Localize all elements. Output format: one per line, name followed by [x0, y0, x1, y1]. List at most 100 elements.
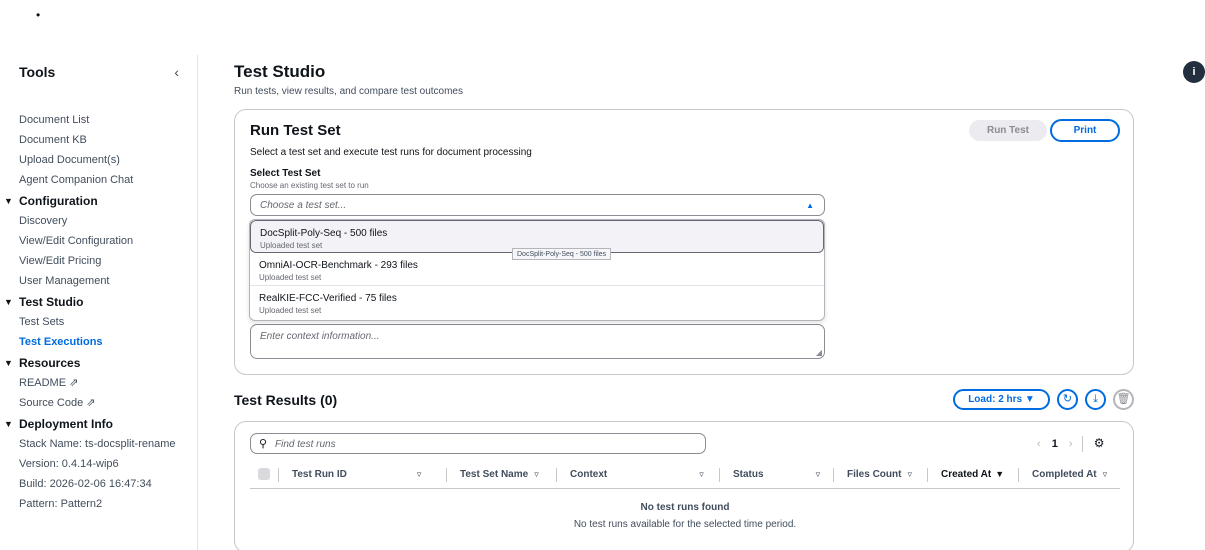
build-text: Build: 2026-02-06 16:47:34: [19, 478, 152, 490]
sidebar-item-discovery[interactable]: Discovery: [19, 211, 194, 231]
resize-handle-icon[interactable]: ◢: [816, 348, 822, 357]
caret-down-icon: ▼: [4, 419, 13, 429]
search-icon: ⚲: [259, 438, 268, 450]
sidebar-item-view-edit-configuration[interactable]: View/Edit Configuration: [19, 231, 194, 251]
test-set-select[interactable]: Choose a test set... ▲: [250, 194, 825, 216]
context-placeholder: Enter context information...: [260, 331, 380, 342]
search-input[interactable]: ⚲ Find test runs: [250, 433, 706, 454]
column-label: Context: [570, 469, 608, 480]
sidebar-item-test-sets[interactable]: Test Sets: [19, 312, 194, 332]
sort-icon: ▿: [534, 469, 539, 479]
column-label: Created At: [941, 469, 992, 480]
refresh-icon[interactable]: ↻: [1057, 389, 1078, 410]
option-tooltip: DocSplit-Poly-Seq - 500 files: [512, 248, 612, 260]
download-icon[interactable]: ⤓: [1085, 389, 1106, 410]
column-divider: [927, 468, 928, 482]
trash-icon[interactable]: 🗑: [1113, 389, 1134, 410]
column-header-test-run-id[interactable]: Test Run ID ▿: [292, 469, 421, 480]
option-title: DocSplit-Poly-Seq - 500 files: [260, 228, 388, 239]
select-test-set-description: Choose an existing test set to run: [250, 181, 369, 190]
external-link-icon: ⇗: [86, 397, 96, 409]
test-set-dropdown-list: DocSplit-Poly-Seq - 500 files Uploaded t…: [249, 219, 825, 321]
sidebar-section-test-studio[interactable]: ▼ Test Studio: [4, 292, 194, 312]
run-test-set-subtitle: Select a test set and execute test runs …: [250, 147, 532, 158]
select-placeholder: Choose a test set...: [260, 200, 347, 211]
pagination: ‹ 1 › ⚙: [1037, 436, 1105, 453]
section-label: Deployment Info: [19, 417, 114, 431]
column-label: Test Set Name: [460, 469, 529, 480]
sidebar-item-user-management[interactable]: User Management: [19, 271, 194, 291]
run-test-set-title: Run Test Set: [250, 122, 341, 139]
load-time-range-button[interactable]: Load: 2 hrs ▼: [953, 389, 1050, 410]
sidebar-item-readme[interactable]: README ⇗: [19, 373, 194, 393]
prev-page-icon[interactable]: ‹: [1037, 438, 1041, 450]
test-results-title: Test Results (0): [234, 392, 338, 408]
option-title: RealKIE-FCC-Verified - 75 files: [259, 293, 397, 304]
sort-icon: ▿: [416, 469, 422, 479]
select-all-checkbox[interactable]: [258, 468, 270, 480]
divider: [1081, 436, 1083, 453]
caret-down-icon: ▼: [4, 297, 13, 307]
sidebar-item-agent-companion-chat[interactable]: Agent Companion Chat: [19, 170, 194, 190]
sidebar-section-resources[interactable]: ▼ Resources: [4, 353, 194, 373]
sidebar-item-test-executions[interactable]: Test Executions: [19, 332, 194, 352]
empty-state-description: No test runs available for the selected …: [573, 519, 797, 530]
sort-icon: ▿: [699, 469, 704, 479]
section-label: Test Studio: [19, 295, 84, 309]
dropdown-option[interactable]: RealKIE-FCC-Verified - 75 files Uploaded…: [250, 286, 824, 319]
column-label: Test Run ID: [292, 469, 347, 480]
column-header-files-count[interactable]: Files Count ▿: [847, 469, 912, 480]
info-icon[interactable]: i: [1183, 61, 1205, 83]
column-divider: [833, 468, 834, 482]
sidebar-item-upload-documents[interactable]: Upload Document(s): [19, 150, 194, 170]
sidebar-item-document-list[interactable]: Document List: [19, 110, 194, 130]
sidebar-item-label: Source Code: [19, 397, 84, 409]
section-label: Configuration: [19, 194, 98, 208]
sidebar-item-document-kb[interactable]: Document KB: [19, 130, 194, 150]
column-divider: [556, 468, 557, 482]
print-button[interactable]: Print: [1050, 119, 1120, 142]
column-header-completed-at[interactable]: Completed At ▿: [1032, 469, 1107, 480]
column-divider: [1018, 468, 1019, 482]
column-header-test-set-name[interactable]: Test Set Name ▿: [460, 469, 539, 480]
sort-icon: ▿: [907, 469, 912, 479]
stack-name-text: Stack Name: ts-docsplit-rename: [19, 438, 176, 450]
gear-icon[interactable]: ⚙: [1094, 436, 1105, 450]
top-bullet: •: [36, 8, 41, 22]
empty-state-title: No test runs found: [640, 502, 730, 513]
caret-down-icon: ▼: [4, 358, 13, 368]
external-link-icon: ⇗: [69, 377, 79, 389]
version-text: Version: 0.4.14-wip6: [19, 458, 119, 470]
collapse-sidebar-button[interactable]: ‹: [174, 64, 179, 80]
sidebar-item-label: README: [19, 377, 67, 389]
sidebar-nav: Document List Document KB Upload Documen…: [4, 110, 194, 514]
column-header-context[interactable]: Context ▿: [570, 469, 704, 480]
sort-icon: ▿: [1102, 469, 1108, 479]
option-description: Uploaded test set: [260, 241, 323, 250]
next-page-icon[interactable]: ›: [1069, 438, 1073, 450]
sidebar-header: Tools ‹: [19, 64, 179, 84]
sidebar: Tools ‹ Document List Document KB Upload…: [0, 55, 198, 550]
test-results-panel: ⚲ Find test runs ‹ 1 › ⚙ Test Run ID ▿ Te…: [234, 421, 1134, 550]
run-test-button[interactable]: Run Test: [969, 120, 1047, 141]
page-subtitle: Run tests, view results, and compare tes…: [234, 86, 463, 97]
sidebar-title: Tools: [19, 64, 56, 80]
option-title: OmniAI-OCR-Benchmark - 293 files: [259, 260, 418, 271]
caret-up-icon: ▲: [806, 201, 814, 210]
page-number[interactable]: 1: [1052, 438, 1058, 450]
context-textarea[interactable]: Enter context information... ◢: [250, 324, 825, 359]
column-header-status[interactable]: Status ▿: [733, 469, 820, 480]
page-title: Test Studio: [234, 62, 326, 81]
section-label: Resources: [19, 356, 81, 370]
column-header-created-at[interactable]: Created At ▼: [941, 469, 1004, 480]
column-label: Completed At: [1032, 469, 1097, 480]
sidebar-item-source-code[interactable]: Source Code ⇗: [19, 393, 194, 413]
sidebar-section-deployment-info[interactable]: ▼ Deployment Info: [4, 414, 194, 434]
sort-icon: ▿: [815, 469, 821, 479]
column-label: Files Count: [847, 469, 902, 480]
option-description: Uploaded test set: [259, 273, 322, 282]
column-divider: [719, 468, 720, 482]
column-divider: [278, 468, 279, 482]
sidebar-section-configuration[interactable]: ▼ Configuration: [4, 191, 194, 211]
sidebar-item-view-edit-pricing[interactable]: View/Edit Pricing: [19, 251, 194, 271]
